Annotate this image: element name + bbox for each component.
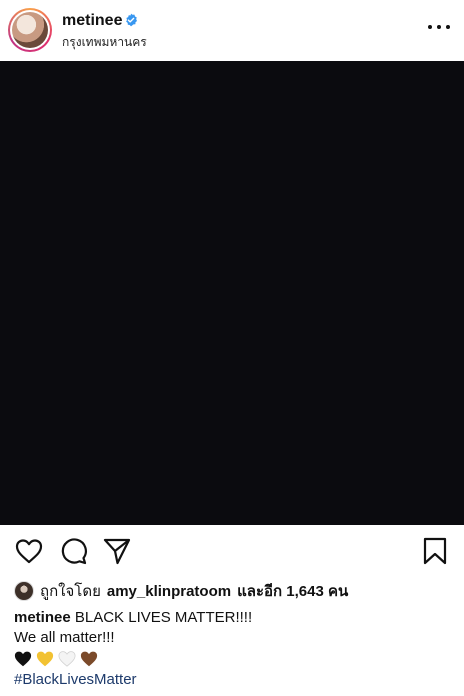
save-button[interactable] [420,536,450,566]
yellow-heart-icon [36,651,54,667]
verified-badge-icon [126,13,138,27]
hashtag-link[interactable]: #BlackLivesMatter [14,670,454,690]
bookmark-icon [423,537,447,565]
action-bar [0,533,464,569]
black-heart-icon [14,651,32,667]
profile-avatar[interactable] [8,8,52,52]
share-button[interactable] [102,536,132,566]
heart-outline-icon [15,539,43,564]
liked-by-user-link[interactable]: amy_klinpratoom [107,583,231,600]
location-link[interactable]: กรุงเทพมหานคร [62,33,147,52]
liker-avatar[interactable] [14,581,34,601]
like-button[interactable] [14,536,44,566]
caption-text-line1: BLACK LIVES MATTER!!!! [74,609,253,626]
liked-by-prefix: ถูกใจโดย [40,583,101,600]
brown-heart-icon [80,651,98,667]
username-link[interactable]: metinee [62,12,122,30]
caption-text-line2: We all matter!!! [14,629,115,646]
caption-username-link[interactable]: metinee [14,609,71,626]
caption-emoji-row [14,648,454,670]
comment-bubble-icon [61,538,87,565]
post-caption: metinee BLACK LIVES MATTER!!!! We all ma… [14,608,454,690]
comment-button[interactable] [58,536,88,566]
liked-by-count-link[interactable]: และอีก 1,643 คน [237,579,348,603]
avatar-image [12,12,48,48]
white-heart-icon [58,651,76,667]
post-header: metinee กรุงเทพมหานคร [0,0,464,60]
post-image[interactable] [0,61,464,525]
paper-plane-icon [103,538,131,565]
likes-summary: ถูกใจโดย amy_klinpratoom และอีก 1,643 คน [14,580,454,602]
more-options-icon[interactable] [428,16,450,38]
